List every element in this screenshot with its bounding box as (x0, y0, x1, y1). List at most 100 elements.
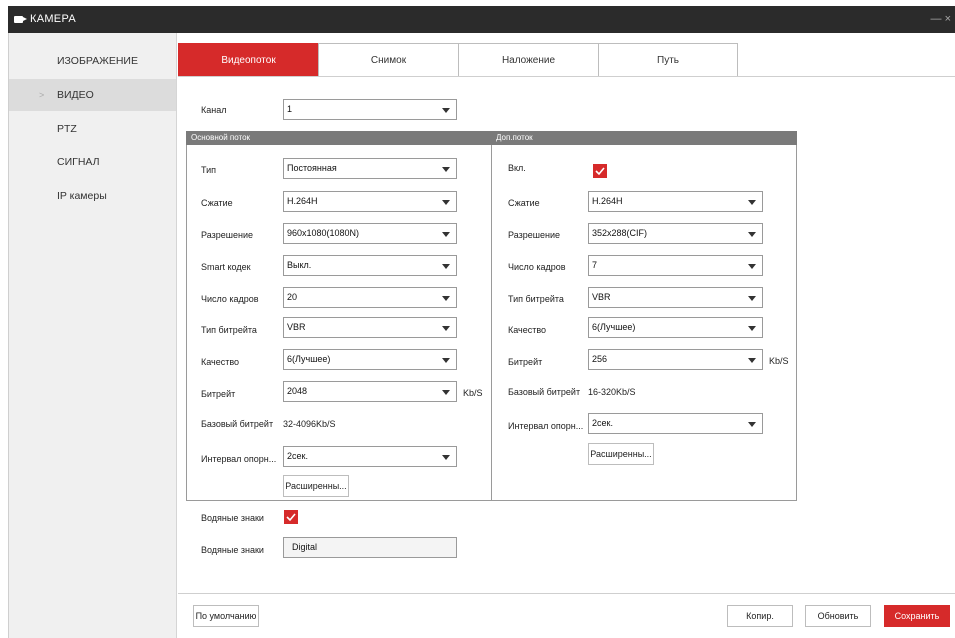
sub-base-bitrate-label: Базовый битрейт (508, 387, 581, 397)
sub-bitrate-label: Битрейт (508, 357, 543, 367)
main-bitrate-label: Битрейт (201, 389, 236, 399)
dropdown-arrow-icon (748, 232, 756, 237)
sub-frame-rate-label: Число кадров (508, 262, 566, 272)
main-quality-value: 6(Лучшее) (287, 354, 331, 364)
dropdown-arrow-icon (442, 358, 450, 363)
sub-bitrate-type-select[interactable]: VBR (588, 287, 763, 308)
dropdown-arrow-icon (442, 296, 450, 301)
refresh-button[interactable]: Обновить (805, 605, 871, 627)
save-button[interactable]: Сохранить (884, 605, 950, 627)
copy-button[interactable]: Копир. (727, 605, 793, 627)
dropdown-arrow-icon (748, 264, 756, 269)
chevron-right-icon: > (39, 90, 45, 100)
footer-divider (178, 593, 955, 594)
channel-value: 1 (287, 104, 293, 114)
main-compression-select[interactable]: H.264H (283, 191, 457, 212)
main-iframe-value: 2сек. (287, 451, 308, 461)
main-smart-codec-value: Выкл. (287, 260, 312, 270)
dropdown-arrow-icon (442, 108, 450, 113)
sub-resolution-select[interactable]: 352x288(CIF) (588, 223, 763, 244)
sub-frame-rate-select[interactable]: 7 (588, 255, 763, 276)
watermark-text-input[interactable]: Digital (283, 537, 457, 558)
dropdown-arrow-icon (748, 200, 756, 205)
main-frame-rate-value: 20 (287, 292, 298, 302)
dropdown-arrow-icon (442, 390, 450, 395)
sub-iframe-value: 2сек. (592, 418, 613, 428)
main-type-label: Тип (201, 165, 217, 175)
dropdown-arrow-icon (442, 326, 450, 331)
main-bitrate-unit: Kb/S (463, 388, 483, 398)
main-bitrate-type-label: Тип битрейта (201, 325, 257, 335)
main-resolution-value: 960x1080(1080N) (287, 228, 360, 238)
main-advanced-button[interactable]: Расширенны... (283, 475, 349, 497)
main-smart-codec-select[interactable]: Выкл. (283, 255, 457, 276)
main-base-bitrate-value: 32-4096Kb/S (283, 419, 336, 429)
sub-bitrate-select[interactable]: 256 (588, 349, 763, 370)
main-quality-select[interactable]: 6(Лучшее) (283, 349, 457, 370)
main-resolution-select[interactable]: 960x1080(1080N) (283, 223, 457, 244)
main-compression-value: H.264H (287, 196, 318, 206)
sub-base-bitrate-value: 16-320Kb/S (588, 387, 636, 397)
channel-label: Канал (201, 105, 227, 115)
sidebar: ИЗОБРАЖЕНИЕ > ВИДЕО PTZ СИГНАЛ IP камеры (9, 33, 177, 638)
sidebar-item-ptz[interactable]: PTZ (9, 113, 176, 145)
tab-snapshot[interactable]: Снимок (318, 43, 459, 77)
sub-frame-rate-value: 7 (592, 260, 598, 270)
main-resolution-label: Разрешение (201, 230, 253, 240)
window-titlebar: КАМЕРА — × (8, 6, 955, 33)
default-button[interactable]: По умолчанию (193, 605, 259, 627)
main-bitrate-value: 2048 (287, 386, 308, 396)
tab-overlay[interactable]: Наложение (458, 43, 599, 77)
sub-bitrate-unit: Kb/S (769, 356, 789, 366)
window-controls[interactable]: — × (931, 13, 951, 25)
dropdown-arrow-icon (748, 358, 756, 363)
sidebar-item-ip-cameras[interactable]: IP камеры (9, 180, 176, 212)
sidebar-item-label: IP камеры (57, 190, 107, 202)
sub-quality-select[interactable]: 6(Лучшее) (588, 317, 763, 338)
tab-path[interactable]: Путь (598, 43, 738, 77)
main-type-select[interactable]: Постоянная (283, 158, 457, 179)
dropdown-arrow-icon (748, 422, 756, 427)
sub-resolution-value: 352x288(CIF) (592, 228, 648, 238)
main-smart-codec-label: Smart кодек (201, 262, 251, 272)
main-quality-label: Качество (201, 357, 240, 367)
dropdown-arrow-icon (748, 326, 756, 331)
dropdown-arrow-icon (442, 455, 450, 460)
camera-icon (14, 16, 27, 23)
channel-select[interactable]: 1 (283, 99, 457, 120)
dropdown-arrow-icon (748, 296, 756, 301)
watermark-text-label: Водяные знаки (201, 545, 264, 555)
sub-iframe-select[interactable]: 2сек. (588, 413, 763, 434)
sidebar-item-alarm[interactable]: СИГНАЛ (9, 146, 176, 178)
sidebar-item-image[interactable]: ИЗОБРАЖЕНИЕ (9, 45, 176, 77)
main-iframe-select[interactable]: 2сек. (283, 446, 457, 467)
dropdown-arrow-icon (442, 167, 450, 172)
watermark-enable-label: Водяные знаки (201, 513, 264, 523)
main-base-bitrate-label: Базовый битрейт (201, 419, 274, 429)
main-bitrate-type-value: VBR (287, 322, 306, 332)
sub-iframe-label: Интервал опорн... (508, 421, 584, 431)
sidebar-item-label: СИГНАЛ (57, 156, 100, 168)
sub-enable-checkbox[interactable] (593, 164, 607, 178)
sub-quality-value: 6(Лучшее) (592, 322, 636, 332)
main-bitrate-type-select[interactable]: VBR (283, 317, 457, 338)
sub-bitrate-value: 256 (592, 354, 608, 364)
sub-advanced-button[interactable]: Расширенны... (588, 443, 654, 465)
sub-compression-select[interactable]: H.264H (588, 191, 763, 212)
sub-stream-header: Доп.поток (491, 131, 797, 145)
checkmark-icon (595, 167, 605, 176)
sidebar-item-video[interactable]: > ВИДЕО (9, 79, 176, 111)
main-frame-rate-label: Число кадров (201, 294, 259, 304)
sub-quality-label: Качество (508, 325, 547, 335)
sidebar-item-label: ИЗОБРАЖЕНИЕ (57, 55, 138, 67)
dropdown-arrow-icon (442, 232, 450, 237)
sub-bitrate-type-label: Тип битрейта (508, 294, 564, 304)
main-bitrate-select[interactable]: 2048 (283, 381, 457, 402)
tab-divider (178, 76, 955, 77)
sub-compression-value: H.264H (592, 196, 623, 206)
main-frame-rate-select[interactable]: 20 (283, 287, 457, 308)
tab-videostream[interactable]: Видеопоток (178, 43, 319, 77)
sub-compression-label: Сжатие (508, 198, 540, 208)
dropdown-arrow-icon (442, 264, 450, 269)
watermark-checkbox[interactable] (284, 510, 298, 524)
